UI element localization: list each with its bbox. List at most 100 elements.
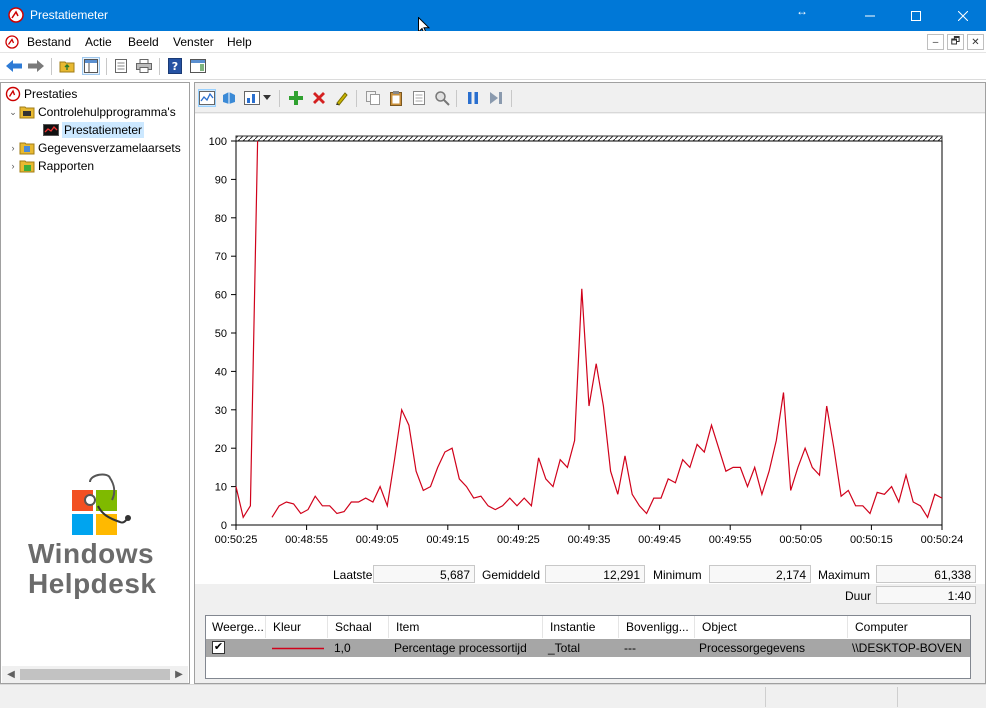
column-header-item[interactable]: Item bbox=[390, 616, 543, 638]
zoom-button[interactable] bbox=[433, 89, 451, 107]
menu-venster[interactable]: Venster bbox=[173, 35, 214, 49]
delete-counter-button[interactable] bbox=[310, 89, 328, 107]
tree-horizontal-scrollbar[interactable]: ◀ ▶ bbox=[2, 666, 188, 683]
tree-label-prestaties: Prestaties bbox=[24, 87, 78, 101]
freeze-display-button[interactable] bbox=[464, 89, 482, 107]
view-current-activity-button[interactable] bbox=[220, 89, 238, 107]
scrollbar-thumb[interactable] bbox=[20, 669, 170, 680]
tree-label-controlehulpprogrammas: Controlehulpprogramma's bbox=[38, 105, 176, 119]
status-separator bbox=[897, 687, 898, 707]
perfmon-node-icon bbox=[5, 86, 21, 102]
y-tick-label: 50 bbox=[215, 328, 227, 340]
cpu-series-line-b bbox=[271, 288, 943, 519]
back-arrow-icon bbox=[6, 60, 22, 72]
x-tick-label: 00:49:45 bbox=[638, 534, 681, 546]
mdi-restore-button[interactable]: 🗗 bbox=[947, 34, 964, 50]
view-graph-button[interactable] bbox=[198, 89, 216, 107]
performance-graph[interactable]: 0 10 20 30 40 50 60 70 80 90 100 00:50:25 00:48:55 00… bbox=[195, 114, 985, 584]
help-button[interactable]: ? bbox=[166, 57, 184, 75]
y-tick-label: 20 bbox=[215, 443, 227, 455]
stat-laatste-label: Laatste bbox=[333, 568, 373, 582]
y-tick-label: 0 bbox=[221, 520, 227, 532]
action-pane-button[interactable] bbox=[189, 57, 207, 75]
chevron-down-icon[interactable]: ⌄ bbox=[7, 107, 19, 118]
chart-plot-frame bbox=[235, 140, 943, 526]
tree-label-gegevensverzamelaarsets: Gegevensverzamelaarsets bbox=[38, 141, 181, 155]
close-button[interactable] bbox=[940, 0, 986, 31]
window-title: Prestatiemeter bbox=[30, 8, 109, 22]
column-header-instantie[interactable]: Instantie bbox=[544, 616, 619, 638]
maximize-button[interactable] bbox=[893, 0, 939, 31]
highlight-button[interactable] bbox=[333, 89, 351, 107]
menu-bestand[interactable]: Bestand bbox=[27, 35, 71, 49]
up-level-button[interactable] bbox=[58, 57, 76, 75]
show-hide-tree-button[interactable] bbox=[82, 57, 100, 75]
print-button[interactable] bbox=[135, 57, 153, 75]
line-graph-icon bbox=[199, 91, 215, 105]
minimize-button[interactable] bbox=[847, 0, 893, 31]
menu-actie[interactable]: Actie bbox=[85, 35, 112, 49]
toolbar-separator bbox=[279, 90, 280, 107]
column-header-object[interactable]: Object bbox=[696, 616, 848, 638]
toolbar-separator bbox=[106, 58, 107, 75]
console-tree-icon bbox=[84, 59, 98, 73]
paste-counter-list-button[interactable] bbox=[387, 89, 405, 107]
toolbar-separator bbox=[356, 90, 357, 107]
forward-button[interactable] bbox=[27, 57, 45, 75]
copy-icon bbox=[366, 91, 380, 105]
tree-label-rapporten: Rapporten bbox=[38, 159, 95, 173]
y-tick-label: 10 bbox=[215, 482, 227, 494]
change-graph-type-button[interactable] bbox=[243, 89, 261, 107]
graph-type-dropdown[interactable] bbox=[261, 89, 273, 107]
back-button[interactable] bbox=[5, 57, 23, 75]
graph-type-icon bbox=[244, 91, 260, 105]
mdi-minimize-button[interactable]: – bbox=[927, 34, 944, 50]
column-header-weergeven[interactable]: Weerge... bbox=[206, 616, 266, 638]
tree-item-gegevensverzamelaarsets[interactable]: › Gegevensverzamelaarsets bbox=[7, 139, 181, 157]
paste-icon bbox=[390, 91, 402, 106]
tree-item-prestaties[interactable]: Prestaties bbox=[5, 85, 77, 103]
update-data-button[interactable] bbox=[487, 89, 505, 107]
tree-item-rapporten[interactable]: › Rapporten bbox=[7, 157, 95, 175]
chevron-right-icon[interactable]: › bbox=[7, 143, 19, 153]
stat-minimum-label: Minimum bbox=[653, 568, 702, 582]
column-header-bovenliggend[interactable]: Bovenligg... bbox=[620, 616, 695, 638]
table-row[interactable]: ✔ 1,0 Percentage processortijd _Total --… bbox=[206, 639, 970, 657]
scroll-right-arrow-icon[interactable]: ▶ bbox=[171, 667, 187, 682]
x-tick-label: 00:49:05 bbox=[356, 534, 399, 546]
data-collector-sets-icon bbox=[19, 142, 35, 155]
toolbar-separator bbox=[159, 58, 160, 75]
action-pane-icon bbox=[190, 59, 206, 73]
tree-item-controlehulpprogrammas[interactable]: ⌄ Controlehulpprogramma's bbox=[7, 103, 176, 121]
properties-button[interactable] bbox=[112, 57, 130, 75]
main-toolbar: ? bbox=[0, 53, 986, 80]
tree-item-prestatiemeter[interactable]: Prestatiemeter bbox=[43, 121, 145, 139]
menu-help[interactable]: Help bbox=[227, 35, 252, 49]
show-counter-checkbox[interactable]: ✔ bbox=[212, 641, 225, 654]
windows-helpdesk-logo-icon bbox=[72, 473, 131, 535]
y-tick-label: 90 bbox=[215, 174, 227, 186]
toolbar-separator bbox=[456, 90, 457, 107]
cell-object: Processorgegevens bbox=[699, 641, 806, 655]
add-counter-button[interactable] bbox=[287, 89, 305, 107]
properties-icon bbox=[115, 59, 127, 73]
performance-monitor-pane: 0 10 20 30 40 50 60 70 80 90 100 00:50:25 00:48:55 00… bbox=[194, 82, 986, 684]
scroll-left-arrow-icon[interactable]: ◀ bbox=[3, 667, 19, 682]
properties-dialog-button[interactable] bbox=[410, 89, 428, 107]
column-header-computer[interactable]: Computer bbox=[849, 616, 970, 638]
perfmon-small-icon bbox=[5, 35, 19, 49]
menu-beeld[interactable]: Beeld bbox=[128, 35, 159, 49]
add-icon bbox=[289, 91, 303, 105]
stat-maximum-value: 61,338 bbox=[876, 565, 976, 583]
counter-list: Weerge... Kleur Schaal Item Instantie Bo… bbox=[205, 615, 971, 679]
chevron-right-icon[interactable]: › bbox=[7, 161, 19, 171]
column-header-schaal[interactable]: Schaal bbox=[329, 616, 389, 638]
copy-properties-button[interactable] bbox=[364, 89, 382, 107]
logo-text-helpdesk: Helpdesk bbox=[28, 568, 157, 599]
stat-duur-label: Duur bbox=[845, 589, 872, 603]
chart-top-band bbox=[235, 135, 943, 142]
x-tick-label: 00:49:25 bbox=[497, 534, 540, 546]
mdi-close-button[interactable]: ✕ bbox=[967, 34, 984, 50]
current-activity-icon bbox=[223, 92, 235, 104]
column-header-kleur[interactable]: Kleur bbox=[267, 616, 328, 638]
